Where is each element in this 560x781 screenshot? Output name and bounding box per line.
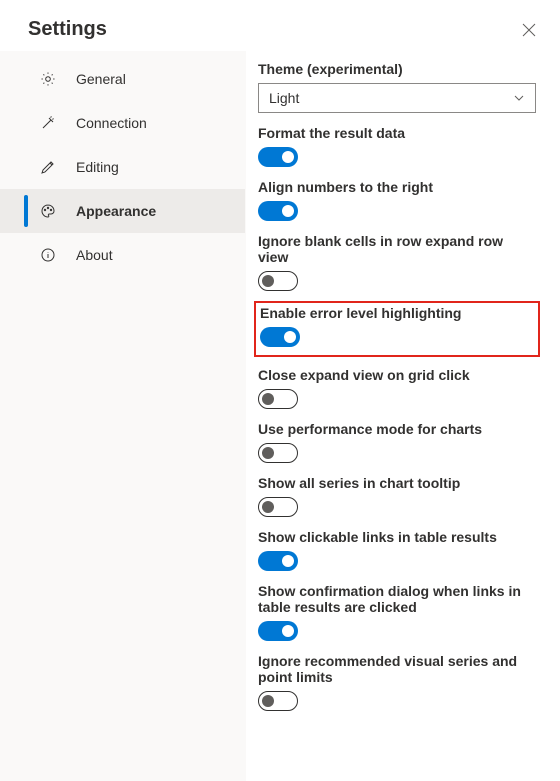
setting-link-confirm: Show confirmation dialog when links in t…	[254, 581, 540, 651]
settings-dialog: Settings General Connection	[0, 0, 560, 781]
toggle-format-result[interactable]	[258, 147, 298, 167]
toggle-error-highlight[interactable]	[260, 327, 300, 347]
setting-label: Enable error level highlighting	[260, 305, 534, 321]
setting-theme: Theme (experimental) Light	[254, 59, 540, 123]
plug-icon	[40, 115, 56, 131]
setting-label: Format the result data	[258, 125, 536, 141]
sidebar-item-label: Appearance	[76, 203, 156, 219]
setting-ignore-limits: Ignore recommended visual series and poi…	[254, 651, 540, 721]
setting-ignore-blank: Ignore blank cells in row expand row vie…	[254, 231, 540, 301]
sidebar-item-connection[interactable]: Connection	[0, 101, 245, 145]
toggle-ignore-blank[interactable]	[258, 271, 298, 291]
chevron-down-icon	[513, 92, 525, 104]
setting-label: Ignore blank cells in row expand row vie…	[258, 233, 536, 265]
setting-clickable-links: Show clickable links in table results	[254, 527, 540, 581]
theme-select-value: Light	[269, 90, 299, 106]
setting-label: Ignore recommended visual series and poi…	[258, 653, 536, 685]
close-icon	[522, 23, 536, 37]
sidebar-item-appearance[interactable]: Appearance	[0, 189, 245, 233]
info-icon	[40, 247, 56, 263]
setting-label: Theme (experimental)	[258, 61, 536, 77]
toggle-link-confirm[interactable]	[258, 621, 298, 641]
setting-close-expand: Close expand view on grid click	[254, 365, 540, 419]
sidebar-item-label: Editing	[76, 159, 119, 175]
toggle-align-numbers[interactable]	[258, 201, 298, 221]
theme-select[interactable]: Light	[258, 83, 536, 113]
dialog-header: Settings	[0, 0, 560, 51]
setting-align-numbers: Align numbers to the right	[254, 177, 540, 231]
toggle-close-expand[interactable]	[258, 389, 298, 409]
sidebar-item-about[interactable]: About	[0, 233, 245, 277]
sidebar-item-editing[interactable]: Editing	[0, 145, 245, 189]
setting-label: Show all series in chart tooltip	[258, 475, 536, 491]
toggle-perf-mode-charts[interactable]	[258, 443, 298, 463]
palette-icon	[40, 203, 56, 219]
setting-label: Align numbers to the right	[258, 179, 536, 195]
sidebar-item-general[interactable]: General	[0, 57, 245, 101]
setting-label: Close expand view on grid click	[258, 367, 536, 383]
settings-sidebar: General Connection Editing Appearance	[0, 51, 246, 781]
close-button[interactable]	[520, 21, 538, 39]
gear-icon	[40, 71, 56, 87]
sidebar-item-label: Connection	[76, 115, 147, 131]
toggle-all-series-tooltip[interactable]	[258, 497, 298, 517]
setting-format-result: Format the result data	[254, 123, 540, 177]
toggle-clickable-links[interactable]	[258, 551, 298, 571]
setting-error-highlight: Enable error level highlighting	[254, 301, 540, 357]
dialog-body: General Connection Editing Appearance	[0, 51, 560, 781]
setting-label: Show clickable links in table results	[258, 529, 536, 545]
setting-label: Show confirmation dialog when links in t…	[258, 583, 536, 615]
sidebar-item-label: About	[76, 247, 113, 263]
sidebar-item-label: General	[76, 71, 126, 87]
setting-label: Use performance mode for charts	[258, 421, 536, 437]
dialog-title: Settings	[28, 18, 107, 41]
setting-all-series-tooltip: Show all series in chart tooltip	[254, 473, 540, 527]
pencil-icon	[40, 159, 56, 175]
setting-perf-mode-charts: Use performance mode for charts	[254, 419, 540, 473]
settings-content: Theme (experimental) Light Format the re…	[246, 51, 560, 781]
toggle-ignore-limits[interactable]	[258, 691, 298, 711]
